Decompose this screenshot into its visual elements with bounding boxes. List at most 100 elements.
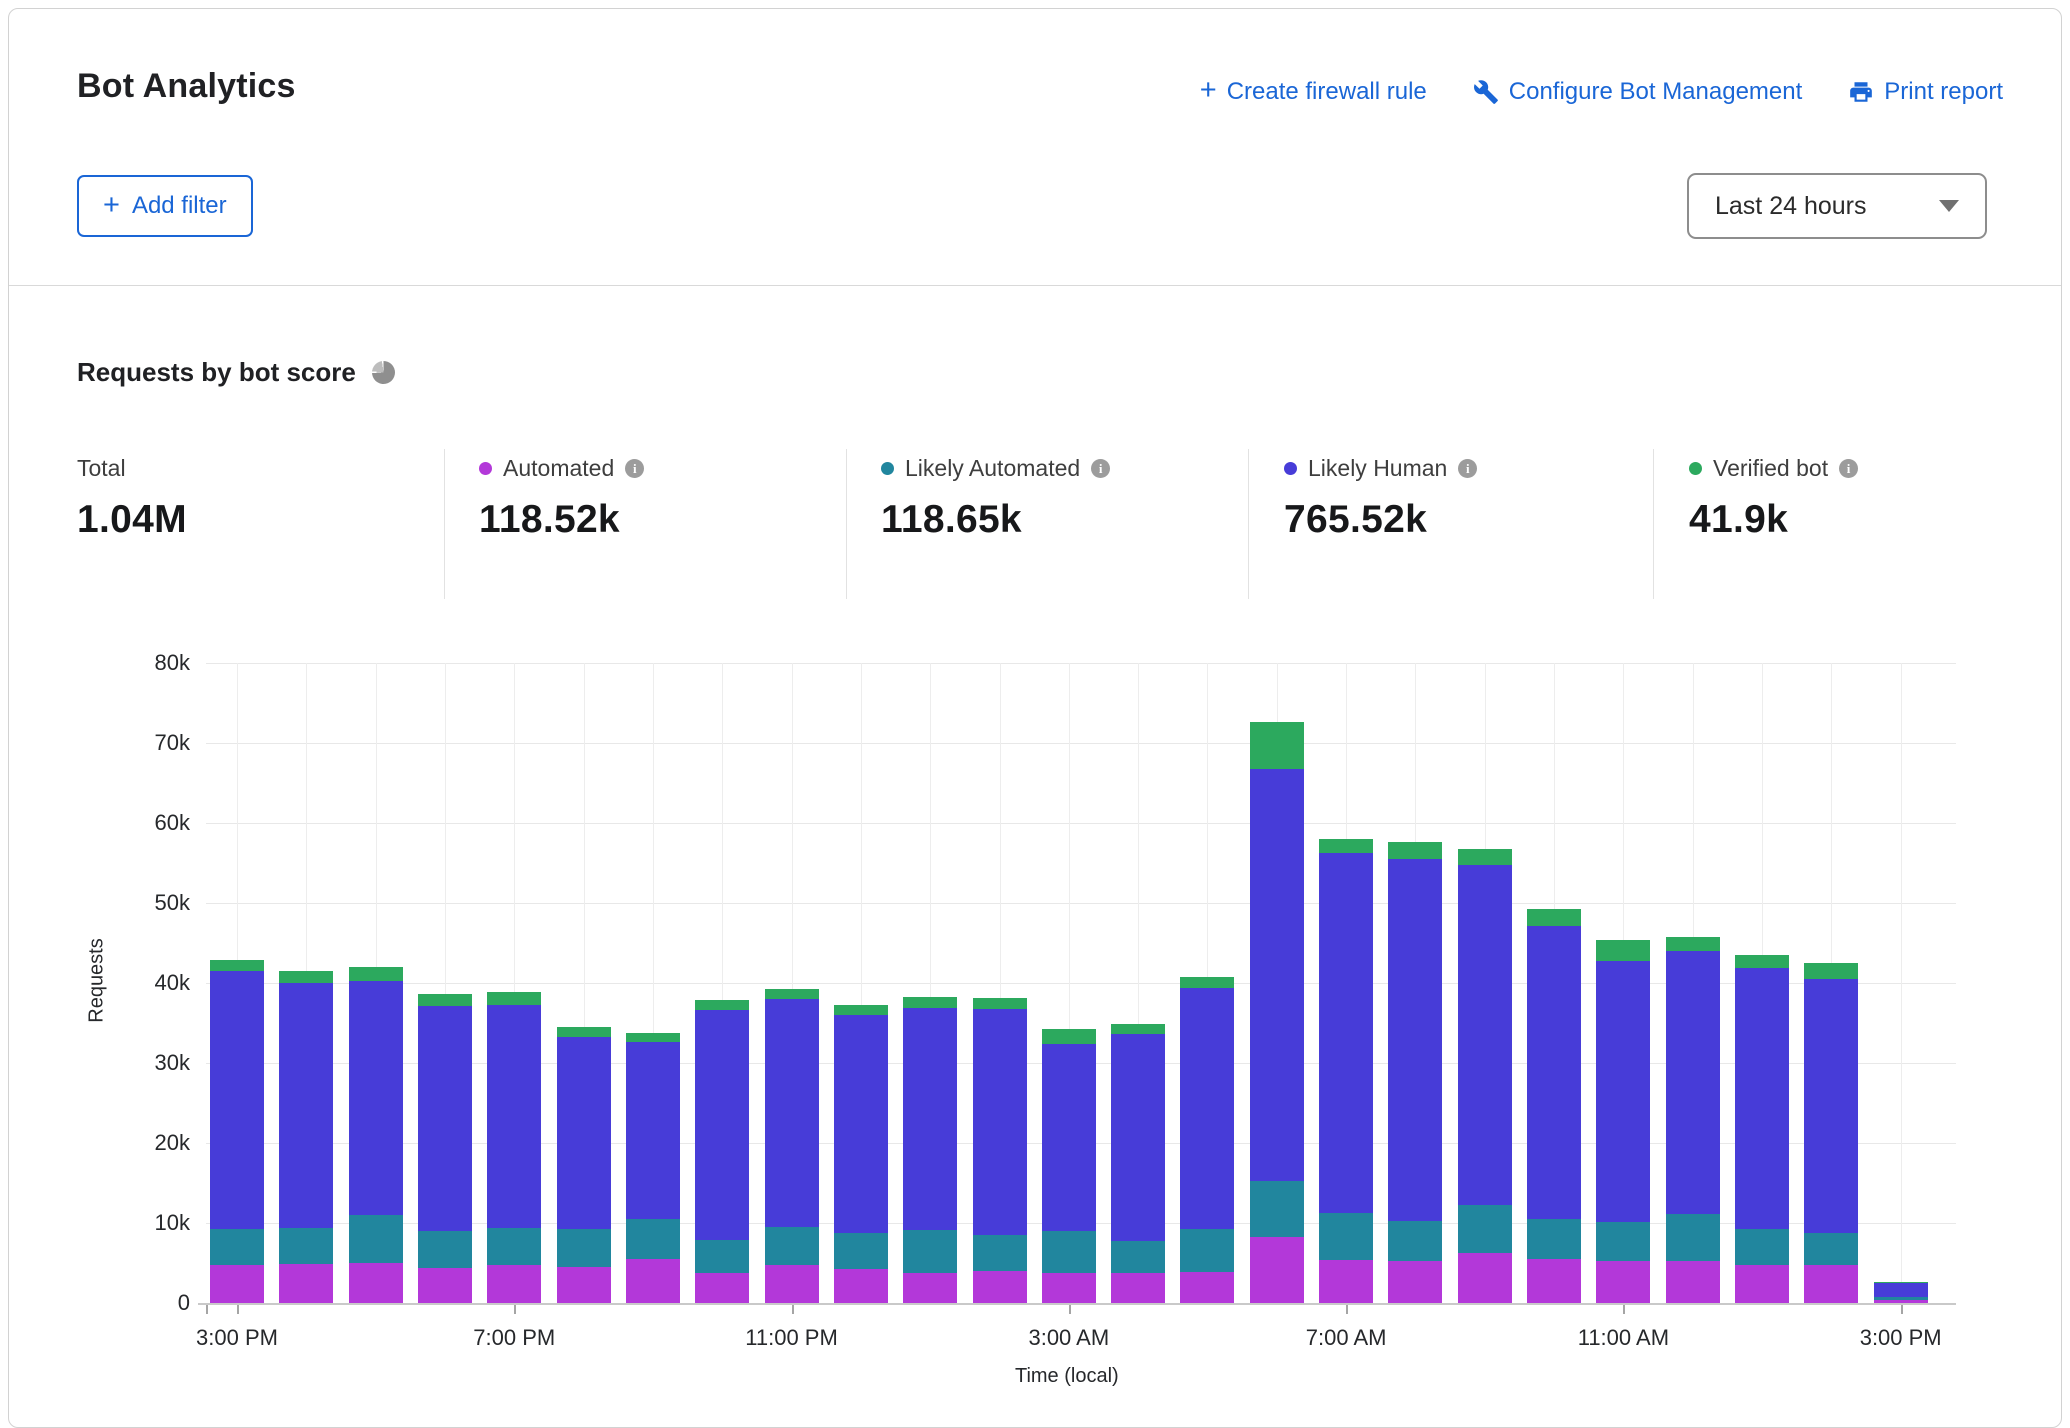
bar-segment-likely-human[interactable]	[973, 1009, 1027, 1235]
bar-segment-verified-bot[interactable]	[1735, 955, 1789, 968]
bar-segment-automated[interactable]	[1180, 1272, 1234, 1303]
bar-segment-automated[interactable]	[279, 1264, 333, 1303]
bar-segment-likely-human[interactable]	[1319, 853, 1373, 1212]
bar-segment-likely-automated[interactable]	[1180, 1229, 1234, 1272]
bar-segment-likely-automated[interactable]	[1042, 1231, 1096, 1272]
bar-segment-likely-human[interactable]	[765, 999, 819, 1227]
bar-segment-likely-automated[interactable]	[210, 1229, 264, 1266]
bar-segment-automated[interactable]	[557, 1267, 611, 1303]
bar-segment-likely-automated[interactable]	[1874, 1297, 1928, 1300]
bar-segment-likely-human[interactable]	[1596, 961, 1650, 1222]
bar-segment-likely-automated[interactable]	[834, 1233, 888, 1269]
bar-segment-likely-human[interactable]	[695, 1010, 749, 1240]
bar-segment-likely-automated[interactable]	[1111, 1241, 1165, 1273]
bar-segment-automated[interactable]	[1319, 1260, 1373, 1303]
bar-segment-verified-bot[interactable]	[279, 971, 333, 983]
bar-segment-likely-automated[interactable]	[279, 1228, 333, 1264]
bar-segment-likely-automated[interactable]	[1458, 1205, 1512, 1253]
bar-segment-automated[interactable]	[1111, 1273, 1165, 1303]
bar-segment-likely-automated[interactable]	[418, 1231, 472, 1268]
bar-segment-verified-bot[interactable]	[1388, 842, 1442, 859]
bar-segment-likely-human[interactable]	[903, 1008, 957, 1230]
bar-segment-verified-bot[interactable]	[1319, 839, 1373, 853]
bar-segment-likely-automated[interactable]	[1804, 1233, 1858, 1265]
create-firewall-rule-link[interactable]: + Create firewall rule	[1200, 77, 1427, 106]
bar-segment-verified-bot[interactable]	[1042, 1029, 1096, 1044]
bar-segment-likely-human[interactable]	[1735, 968, 1789, 1230]
bar-segment-likely-human[interactable]	[834, 1015, 888, 1233]
bar-segment-verified-bot[interactable]	[903, 997, 957, 1007]
bar-segment-automated[interactable]	[903, 1273, 957, 1303]
bar-segment-likely-human[interactable]	[1388, 859, 1442, 1221]
bar-segment-likely-human[interactable]	[1666, 951, 1720, 1214]
bar-segment-likely-human[interactable]	[418, 1006, 472, 1231]
bar-segment-automated[interactable]	[765, 1265, 819, 1303]
bar-segment-automated[interactable]	[349, 1263, 403, 1303]
bar-segment-likely-human[interactable]	[349, 981, 403, 1215]
bar-segment-verified-bot[interactable]	[834, 1005, 888, 1015]
bar-segment-likely-automated[interactable]	[973, 1235, 1027, 1271]
bar-segment-likely-automated[interactable]	[695, 1240, 749, 1273]
bar-segment-automated[interactable]	[210, 1265, 264, 1303]
bar-segment-verified-bot[interactable]	[557, 1027, 611, 1037]
configure-bot-management-link[interactable]: Configure Bot Management	[1473, 78, 1803, 106]
bar-segment-likely-human[interactable]	[1874, 1283, 1928, 1297]
bar-segment-likely-human[interactable]	[1527, 926, 1581, 1219]
print-report-link[interactable]: Print report	[1848, 78, 2003, 106]
info-icon[interactable]: i	[1458, 459, 1477, 478]
bar-segment-likely-automated[interactable]	[765, 1227, 819, 1265]
bar-segment-automated[interactable]	[1250, 1237, 1304, 1303]
bar-segment-automated[interactable]	[626, 1259, 680, 1303]
bar-segment-verified-bot[interactable]	[695, 1000, 749, 1010]
bar-segment-likely-automated[interactable]	[557, 1229, 611, 1267]
bar-segment-likely-automated[interactable]	[1735, 1229, 1789, 1265]
bar-segment-verified-bot[interactable]	[626, 1033, 680, 1042]
bar-segment-likely-human[interactable]	[1180, 988, 1234, 1229]
bar-segment-verified-bot[interactable]	[487, 992, 541, 1005]
bar-segment-likely-human[interactable]	[626, 1042, 680, 1219]
bar-segment-likely-human[interactable]	[1458, 865, 1512, 1206]
bar-segment-automated[interactable]	[418, 1268, 472, 1303]
bar-segment-likely-automated[interactable]	[1250, 1181, 1304, 1236]
bar-segment-automated[interactable]	[1735, 1265, 1789, 1303]
bar-segment-automated[interactable]	[695, 1273, 749, 1303]
bar-segment-verified-bot[interactable]	[1458, 849, 1512, 865]
bar-segment-verified-bot[interactable]	[1527, 909, 1581, 926]
bar-segment-verified-bot[interactable]	[210, 960, 264, 971]
bar-segment-likely-automated[interactable]	[1666, 1214, 1720, 1261]
bar-segment-verified-bot[interactable]	[1180, 977, 1234, 988]
bar-segment-automated[interactable]	[1666, 1261, 1720, 1303]
bar-segment-likely-automated[interactable]	[1596, 1222, 1650, 1260]
bar-segment-automated[interactable]	[1804, 1265, 1858, 1303]
bar-segment-verified-bot[interactable]	[349, 967, 403, 981]
bar-segment-likely-automated[interactable]	[349, 1215, 403, 1263]
info-icon[interactable]: i	[1091, 459, 1110, 478]
bar-segment-likely-automated[interactable]	[1527, 1219, 1581, 1259]
bar-segment-automated[interactable]	[1596, 1261, 1650, 1303]
bar-segment-likely-automated[interactable]	[626, 1219, 680, 1259]
bar-segment-verified-bot[interactable]	[1804, 963, 1858, 979]
bar-segment-likely-automated[interactable]	[1319, 1213, 1373, 1260]
info-icon[interactable]: i	[1839, 459, 1858, 478]
bar-segment-verified-bot[interactable]	[1111, 1024, 1165, 1034]
bar-segment-verified-bot[interactable]	[418, 994, 472, 1006]
bar-segment-likely-automated[interactable]	[487, 1228, 541, 1265]
bar-segment-automated[interactable]	[487, 1265, 541, 1303]
bar-segment-verified-bot[interactable]	[1874, 1282, 1928, 1283]
bar-segment-verified-bot[interactable]	[765, 989, 819, 999]
bar-segment-likely-human[interactable]	[210, 971, 264, 1229]
bar-segment-likely-human[interactable]	[1111, 1034, 1165, 1240]
bar-segment-automated[interactable]	[1042, 1273, 1096, 1303]
add-filter-button[interactable]: + Add filter	[77, 175, 253, 237]
bar-segment-verified-bot[interactable]	[1596, 940, 1650, 962]
bar-segment-likely-human[interactable]	[1250, 769, 1304, 1181]
bar-segment-likely-human[interactable]	[487, 1005, 541, 1228]
time-range-select[interactable]: Last 24 hours	[1687, 173, 1987, 239]
bar-segment-verified-bot[interactable]	[1666, 937, 1720, 951]
info-icon[interactable]: i	[625, 459, 644, 478]
bar-segment-verified-bot[interactable]	[1250, 722, 1304, 769]
bar-segment-automated[interactable]	[1527, 1259, 1581, 1303]
bar-segment-automated[interactable]	[1458, 1253, 1512, 1303]
bar-segment-likely-automated[interactable]	[1388, 1221, 1442, 1261]
bar-segment-likely-human[interactable]	[557, 1037, 611, 1230]
